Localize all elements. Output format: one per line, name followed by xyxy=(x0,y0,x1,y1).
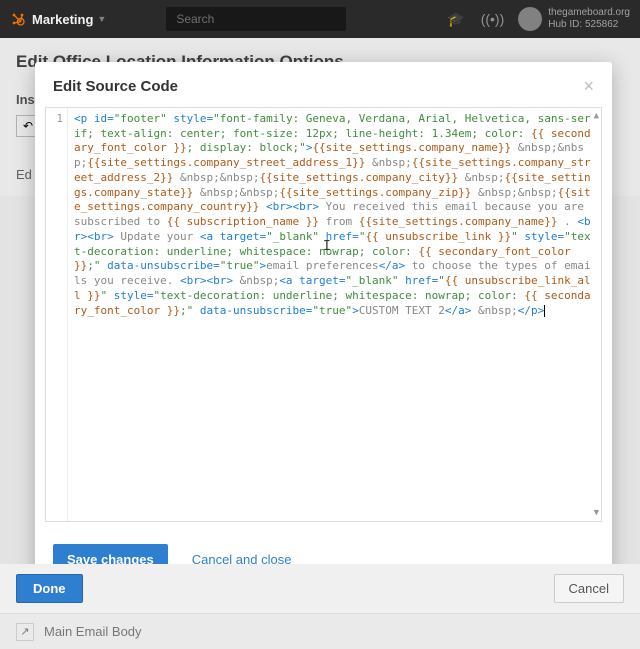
modal-header: Edit Source Code × xyxy=(35,62,612,107)
line-gutter: 1 xyxy=(46,108,68,521)
text-caret xyxy=(544,305,545,317)
cancel-button[interactable]: Cancel xyxy=(554,574,624,603)
code-editor[interactable]: 1 <p id="footer" style="font-family: Gen… xyxy=(45,107,602,522)
module-label: Main Email Body xyxy=(44,624,142,639)
scroll-down-icon[interactable]: ▼ xyxy=(594,507,599,519)
expand-icon[interactable]: ↗ xyxy=(16,623,34,641)
close-icon[interactable]: × xyxy=(583,76,594,97)
line-number: 1 xyxy=(46,112,63,127)
source-code-modal: Edit Source Code × 1 <p id="footer" styl… xyxy=(35,62,612,587)
page-action-bar: Done Cancel xyxy=(0,564,640,613)
scroll-up-icon[interactable]: ▲ xyxy=(594,110,599,122)
code-content[interactable]: <p id="footer" style="font-family: Genev… xyxy=(68,108,601,521)
done-button[interactable]: Done xyxy=(16,574,83,603)
text-cursor-icon: I xyxy=(323,238,331,255)
module-row[interactable]: ↗ Main Email Body xyxy=(0,613,640,649)
modal-title: Edit Source Code xyxy=(53,78,583,95)
